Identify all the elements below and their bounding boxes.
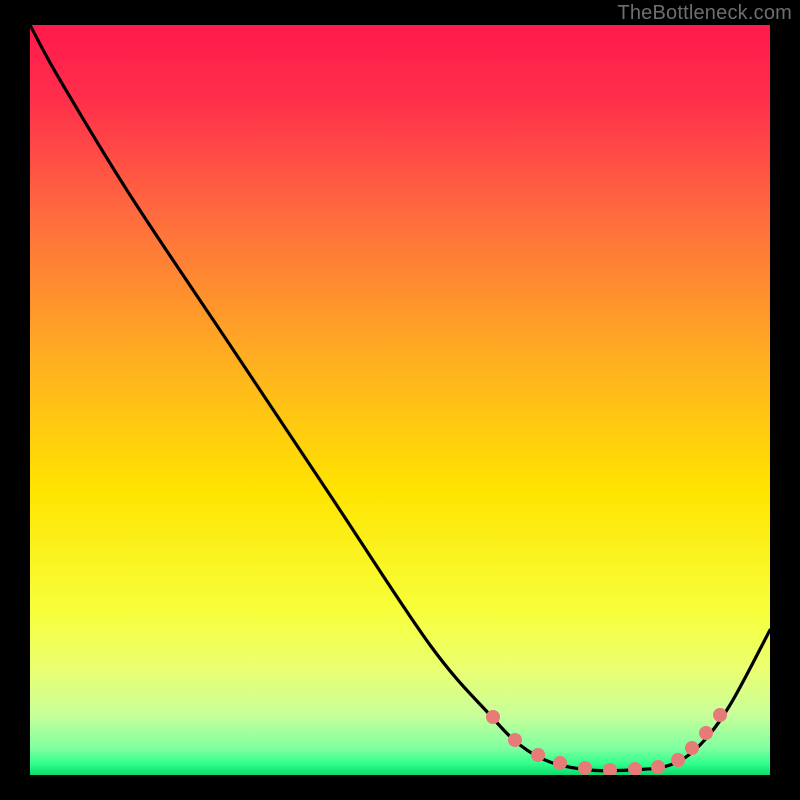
chart-stage: TheBottleneck.com <box>0 0 800 800</box>
curve-marker <box>603 763 617 775</box>
curve-marker <box>628 762 642 775</box>
curve-marker <box>508 733 522 747</box>
curve-marker <box>685 741 699 755</box>
curve-marker <box>531 748 545 762</box>
curve-markers <box>486 708 727 775</box>
curve-marker <box>553 756 567 770</box>
curve-marker <box>486 710 500 724</box>
curve-marker <box>651 760 665 774</box>
attribution-label: TheBottleneck.com <box>617 2 792 25</box>
bottleneck-curve <box>30 25 770 771</box>
chart-panel <box>30 25 770 775</box>
curve-marker <box>578 761 592 775</box>
curve-marker <box>713 708 727 722</box>
curve-marker <box>699 726 713 740</box>
curve-marker <box>671 753 685 767</box>
curve-layer <box>30 25 770 775</box>
